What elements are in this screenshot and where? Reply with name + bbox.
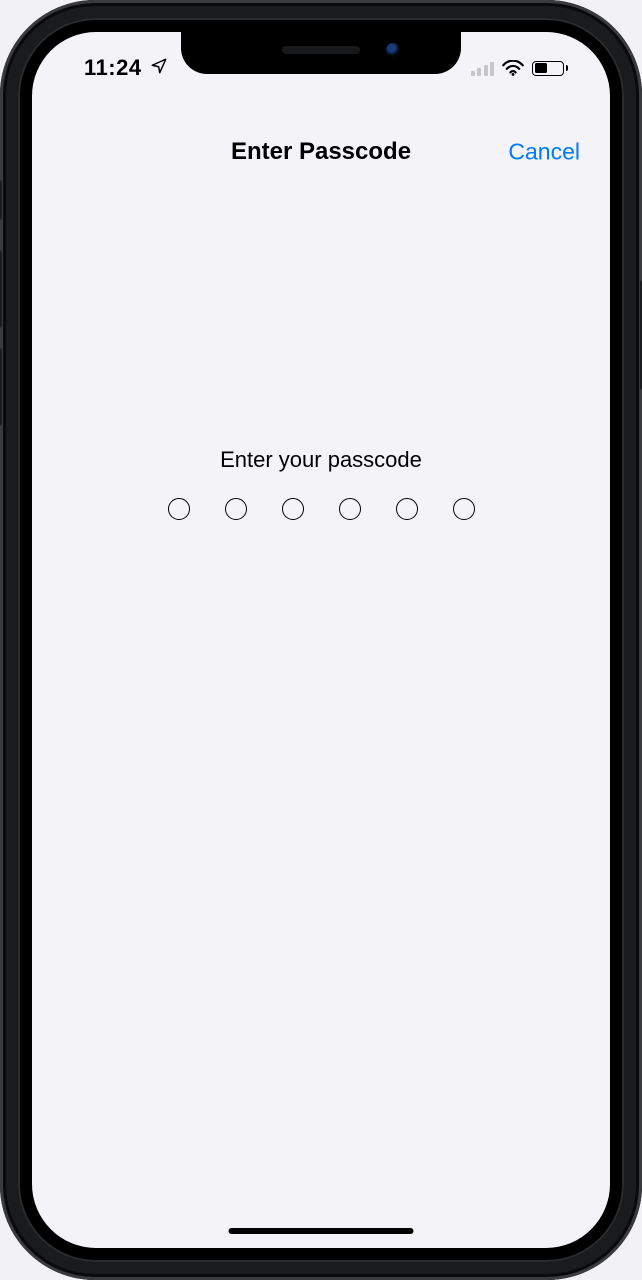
passcode-dot — [225, 498, 247, 520]
screen: 11:24 — [32, 32, 610, 1248]
earpiece-speaker — [282, 46, 360, 54]
bezel: 11:24 — [18, 18, 624, 1262]
notch — [181, 32, 461, 74]
battery-icon — [532, 61, 568, 76]
front-camera — [386, 43, 400, 57]
passcode-dot — [168, 498, 190, 520]
passcode-dot — [453, 498, 475, 520]
passcode-dots[interactable] — [32, 492, 610, 520]
device-frame: 11:24 — [0, 0, 642, 1280]
wifi-icon — [502, 60, 524, 76]
mute-switch — [0, 180, 2, 220]
status-time: 11:24 — [84, 55, 142, 81]
passcode-dot — [339, 498, 361, 520]
volume-up-button — [0, 250, 2, 328]
passcode-dot — [396, 498, 418, 520]
volume-down-button — [0, 348, 2, 426]
home-indicator[interactable] — [229, 1228, 414, 1234]
location-icon — [150, 57, 168, 80]
content-area: Enter your passcode — [32, 32, 610, 1248]
passcode-dot — [282, 498, 304, 520]
passcode-prompt: Enter your passcode — [32, 447, 610, 473]
cellular-signal-icon — [471, 60, 495, 76]
